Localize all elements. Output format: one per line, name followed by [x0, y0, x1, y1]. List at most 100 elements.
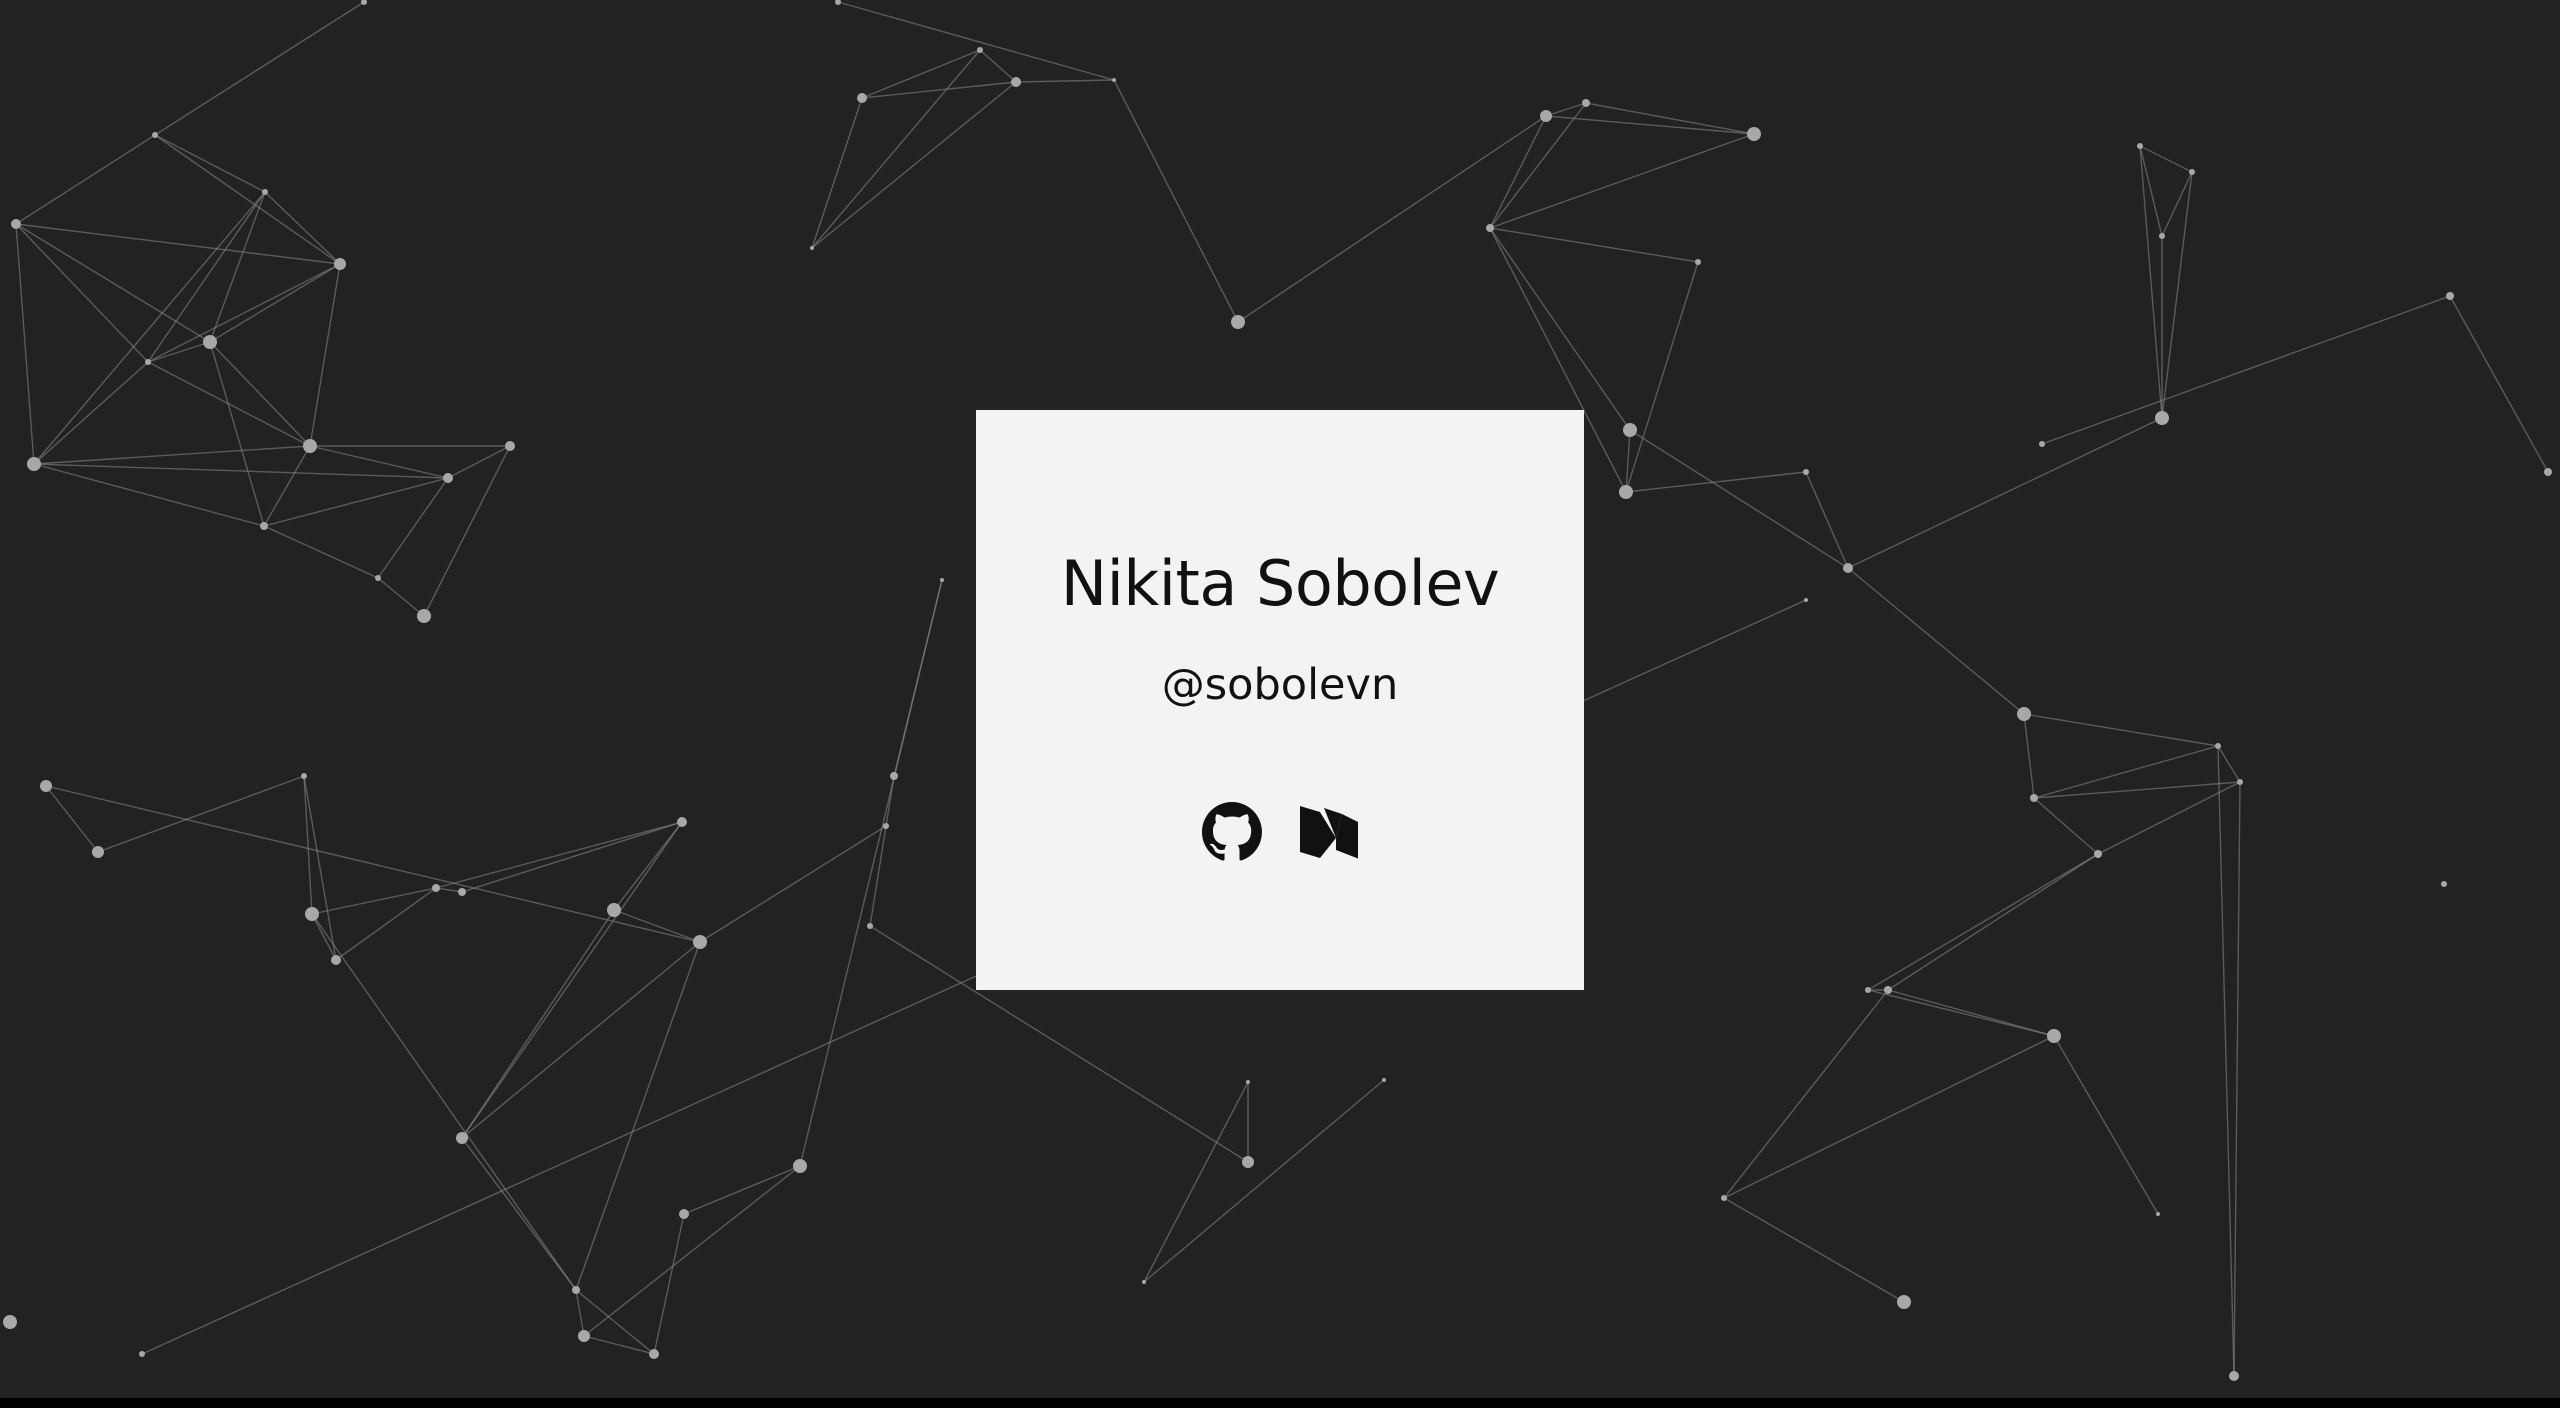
- network-link: [811, 81, 1017, 249]
- network-link: [263, 477, 449, 527]
- network-link: [435, 821, 683, 889]
- network-node: [679, 1209, 689, 1219]
- network-node: [1843, 563, 1853, 573]
- network-link: [1723, 989, 1889, 1199]
- network-link: [837, 1, 1115, 81]
- network-link: [1113, 79, 1239, 323]
- network-link: [377, 577, 425, 617]
- network-link: [861, 49, 981, 99]
- network-node: [607, 903, 621, 917]
- network-link: [1237, 115, 1547, 323]
- network-link: [1867, 989, 2055, 1037]
- network-link: [1585, 102, 1755, 135]
- github-link[interactable]: [1202, 802, 1262, 862]
- network-node: [145, 359, 151, 365]
- network-node: [857, 93, 867, 103]
- network-node: [693, 935, 707, 949]
- network-node: [301, 773, 307, 779]
- network-node: [1695, 259, 1701, 265]
- network-node: [375, 575, 381, 581]
- network-link: [209, 263, 341, 343]
- network-link: [154, 1, 365, 136]
- network-link: [2139, 145, 2193, 173]
- profile-name: Nikita Sobolev: [1060, 547, 1500, 620]
- network-node: [27, 457, 41, 471]
- network-link: [2023, 713, 2035, 799]
- network-node: [2039, 441, 2045, 447]
- network-link: [15, 223, 35, 465]
- network-node: [305, 907, 319, 921]
- network-node: [303, 439, 317, 453]
- network-node: [11, 219, 21, 229]
- network-link: [1867, 853, 2099, 991]
- network-link: [575, 941, 701, 1291]
- network-node: [1721, 1195, 1727, 1201]
- medium-link[interactable]: [1298, 802, 1358, 862]
- network-node: [890, 772, 898, 780]
- network-node: [2094, 850, 2102, 858]
- network-node: [883, 823, 889, 829]
- network-link: [33, 191, 266, 465]
- network-link: [309, 263, 341, 447]
- network-link: [461, 941, 701, 1139]
- network-node: [443, 473, 453, 483]
- network-node: [578, 1330, 590, 1342]
- network-link: [309, 445, 449, 479]
- network-link: [1847, 567, 2025, 715]
- network-link: [33, 445, 311, 465]
- network-link: [461, 1137, 577, 1291]
- network-link: [1489, 227, 1699, 263]
- network-link: [1625, 471, 1807, 493]
- network-link: [653, 1213, 685, 1355]
- network-link: [2217, 745, 2235, 1377]
- network-node: [835, 0, 841, 5]
- network-node: [361, 0, 367, 5]
- network-link: [423, 445, 511, 617]
- network-node: [867, 923, 873, 929]
- network-node: [2189, 169, 2195, 175]
- network-link: [2033, 797, 2099, 855]
- network-node: [334, 258, 346, 270]
- network-link: [45, 785, 701, 943]
- network-node: [2137, 143, 2143, 149]
- network-node: [2441, 881, 2447, 887]
- network-link: [1545, 115, 1755, 135]
- network-link: [2217, 745, 2241, 783]
- network-node: [331, 955, 341, 965]
- network-node: [92, 846, 104, 858]
- network-link: [2139, 145, 2163, 419]
- network-link: [1629, 429, 1849, 569]
- network-link: [33, 463, 265, 527]
- network-link: [2033, 781, 2241, 799]
- network-link: [869, 825, 887, 927]
- network-link: [447, 445, 511, 479]
- network-link: [154, 134, 266, 193]
- network-node: [649, 1349, 659, 1359]
- network-link: [147, 341, 211, 363]
- network-link: [979, 49, 1017, 83]
- network-link: [263, 525, 379, 579]
- network-node: [2237, 779, 2243, 785]
- network-node: [1112, 78, 1116, 82]
- network-node: [260, 522, 268, 530]
- network-link: [893, 579, 943, 777]
- network-link: [33, 361, 149, 465]
- network-link: [1723, 1035, 2055, 1199]
- network-link: [2053, 1035, 2159, 1215]
- network-link: [811, 49, 981, 249]
- network-node: [1011, 77, 1021, 87]
- network-link: [1143, 1079, 1385, 1283]
- network-node: [1246, 1080, 1250, 1084]
- network-node: [3, 1315, 17, 1329]
- network-node: [1540, 110, 1552, 122]
- network-link: [613, 821, 683, 911]
- network-node: [2017, 707, 2031, 721]
- network-node: [1884, 986, 1892, 994]
- network-link: [33, 463, 449, 479]
- network-link: [15, 223, 211, 343]
- network-node: [1231, 315, 1245, 329]
- network-link: [1143, 1081, 1249, 1283]
- network-node: [432, 884, 440, 892]
- network-node: [1619, 485, 1633, 499]
- network-node: [2155, 411, 2169, 425]
